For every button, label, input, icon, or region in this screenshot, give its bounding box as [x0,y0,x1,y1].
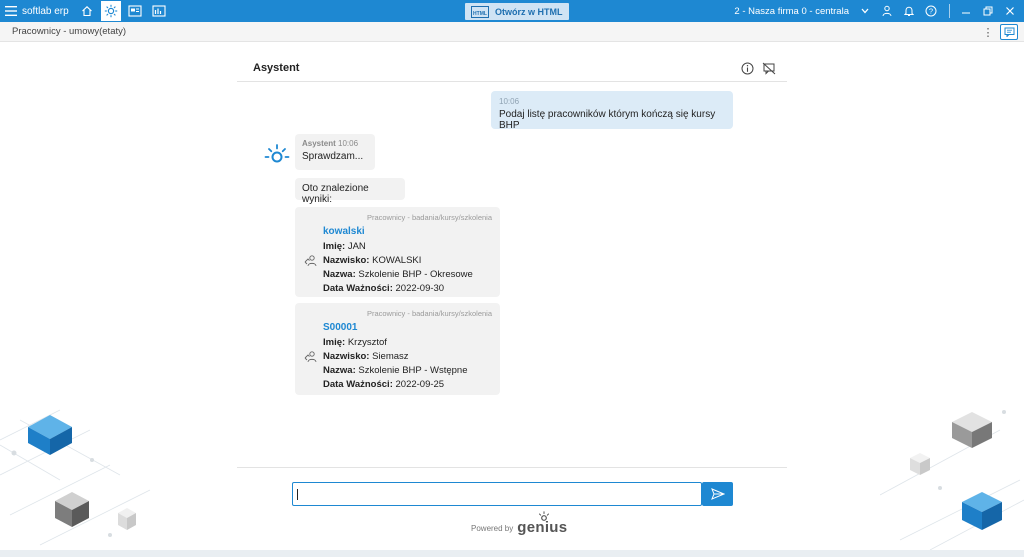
assistant-header: Asystent [237,52,787,82]
field-expiry-date: Data Ważności: 2022-09-30 [323,283,445,294]
bottom-edge [0,550,1024,557]
assistant-panel: Asystent 10:06 Podaj listę pracowników k… [237,52,787,552]
assistant-meta: Asystent 10:06 [302,139,368,148]
help-icon[interactable]: ? [923,3,939,19]
close-icon[interactable] [1002,3,1018,19]
employee-training-icon [304,351,317,363]
assistant-avatar-icon [264,144,290,163]
chat-input[interactable] [292,482,702,506]
html-icon: HTML [471,5,489,18]
restore-icon[interactable] [980,3,996,19]
message-time: 10:06 [499,97,520,106]
top-bar: softlab erp HTML Otwórz w HTML 2 - Nasza… [0,0,1024,22]
assistant-title: Asystent [253,62,300,74]
top-bar-right: 2 - Nasza firma 0 - centrala ? [734,0,1024,22]
sub-bar-actions: ⋮ [982,24,1018,40]
assistant-message-text: Sprawdzam... [302,151,364,162]
result-fields: Imię: Krzysztof Nazwisko: Siemasz Nazwa:… [323,336,468,392]
field-first-name: Imię: Krzysztof [323,337,387,348]
menu-icon[interactable] [0,0,22,22]
genius-logo: genius [517,511,567,536]
employee-training-icon [304,255,317,267]
genius-logo-icon [539,511,550,521]
chat-toggle-button[interactable] [1000,24,1018,40]
result-fields: Imię: JAN Nazwisko: KOWALSKI Nazwa: Szko… [323,240,473,296]
send-button[interactable] [702,482,733,506]
powered-by-label: Powered by [471,524,514,533]
field-last-name: Nazwisko: KOWALSKI [323,255,422,266]
field-first-name: Imię: JAN [323,241,366,252]
result-category: Pracownicy - badania/kursy/szkolenia [366,309,492,318]
sun-icon[interactable] [100,1,121,21]
svg-text:?: ? [929,7,933,16]
assistant-header-actions [733,60,777,76]
result-link[interactable]: kowalski [323,226,365,237]
chevron-down-icon[interactable] [857,3,873,19]
result-link[interactable]: S00001 [323,322,357,333]
message-time: 10:06 [338,139,359,148]
decoration-cubes-left [0,409,151,546]
open-in-html-button[interactable]: HTML Otwórz w HTML [465,3,569,20]
company-selector[interactable]: 2 - Nasza firma 0 - centrala [734,6,849,17]
powered-by: Powered by genius [471,511,567,536]
bell-icon[interactable] [901,3,917,19]
user-message: 10:06 Podaj listę pracowników którym koń… [491,91,733,131]
results-intro: Oto znalezione wyniki: [295,178,405,205]
send-icon [710,488,725,500]
result-card: Pracownicy - badania/kursy/szkolenia kow… [295,207,500,297]
sub-bar: Pracownicy - umowy(etaty) ⋮ [0,22,1024,42]
home-icon[interactable] [77,1,97,21]
field-training-name: Nazwa: Szkolenie BHP - Okresowe [323,269,473,280]
info-icon[interactable] [739,60,755,76]
assistant-author: Asystent [302,139,336,148]
field-last-name: Nazwisko: Siemasz [323,351,409,362]
breadcrumb: Pracownicy - umowy(etaty) [12,26,127,37]
text-caret [297,489,298,500]
user-icon[interactable] [879,3,895,19]
minimize-icon[interactable] [958,3,974,19]
top-bar-left: softlab erp [0,0,173,22]
close-chat-icon[interactable] [761,60,777,76]
assistant-message: Asystent 10:06 Sprawdzam... [295,134,375,170]
divider [237,467,787,468]
field-expiry-date: Data Ważności: 2022-09-25 [323,379,445,390]
screen-icon[interactable] [125,1,145,21]
decoration-cubes-right [880,410,1024,550]
result-card: Pracownicy - badania/kursy/szkolenia S00… [295,303,500,395]
more-options-icon[interactable]: ⋮ [982,24,994,40]
user-message-text: Podaj listę pracowników którym kończą si… [499,109,716,131]
app-title[interactable]: softlab erp [22,6,69,17]
chart-icon[interactable] [149,1,169,21]
field-training-name: Nazwa: Szkolenie BHP - Wstępne [323,365,468,376]
divider [949,4,950,18]
result-category: Pracownicy - badania/kursy/szkolenia [366,213,492,222]
open-in-html-label: Otwórz w HTML [495,6,563,17]
